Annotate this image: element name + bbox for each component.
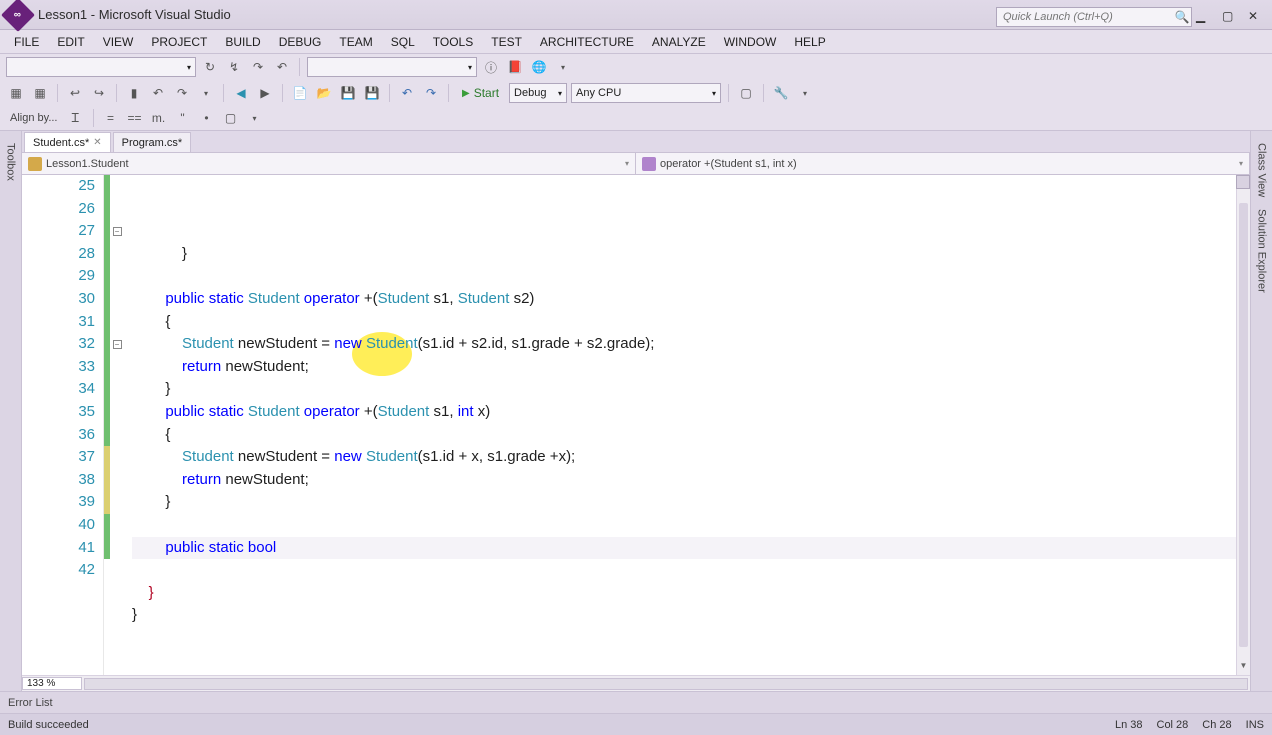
- horizontal-scrollbar[interactable]: [84, 678, 1248, 690]
- box2-icon[interactable]: ▢: [221, 108, 241, 128]
- dropdown-4-icon[interactable]: ▾: [795, 83, 815, 103]
- line-number-gutter: 252627282930313233343536373839404142: [22, 175, 104, 675]
- status-col: Col 28: [1157, 719, 1189, 731]
- split-box[interactable]: [1236, 175, 1250, 189]
- m-icon[interactable]: m.: [149, 108, 169, 128]
- member-nav-combo[interactable]: operator +(Student s1, int x)▾: [636, 153, 1250, 174]
- file-tabs: Student.cs*✕Program.cs*: [22, 131, 1250, 153]
- menu-debug[interactable]: DEBUG: [271, 32, 330, 52]
- quote-icon[interactable]: ": [173, 108, 193, 128]
- scroll-down-icon[interactable]: ▼: [1237, 661, 1250, 675]
- dropdown-3-icon[interactable]: ▾: [196, 83, 216, 103]
- menu-project[interactable]: PROJECT: [143, 32, 215, 52]
- toolbars: ▾ ↻ ↯ ↷ ↶ ▾ ⓘ 📕 🌐 ▾ ▦ ▦ ↩ ↪ ▮ ↶ ↷ ▾ ◀ ▶ …: [0, 54, 1272, 131]
- new-file-icon[interactable]: 📄: [290, 83, 310, 103]
- code-content[interactable]: } public static Student operator +(Stude…: [124, 175, 1236, 675]
- zoom-combo[interactable]: 133 %: [22, 677, 82, 690]
- menu-architecture[interactable]: ARCHITECTURE: [532, 32, 642, 52]
- toolbar-combo-empty[interactable]: ▾: [6, 57, 196, 77]
- code-editor[interactable]: 252627282930313233343536373839404142 −− …: [22, 175, 1250, 675]
- menu-build[interactable]: BUILD: [217, 32, 268, 52]
- minimize-button[interactable]: ▁: [1196, 9, 1208, 21]
- step-over-icon[interactable]: ↷: [248, 57, 268, 77]
- class-icon: [28, 157, 42, 171]
- start-button[interactable]: ▶Start: [456, 82, 505, 104]
- right-panel: Class View Solution Explorer: [1250, 131, 1272, 691]
- redo2-icon[interactable]: ↷: [421, 83, 441, 103]
- cursor-icon[interactable]: Ꮖ: [66, 108, 86, 128]
- status-ins: INS: [1246, 719, 1264, 731]
- status-bar: Build succeeded Ln 38 Col 28 Ch 28 INS: [0, 713, 1272, 735]
- menu-window[interactable]: WINDOW: [716, 32, 785, 52]
- left-panel: Toolbox: [0, 131, 22, 691]
- nav-back2-icon[interactable]: ◀: [231, 83, 251, 103]
- menu-sql[interactable]: SQL: [383, 32, 423, 52]
- status-ch: Ch 28: [1202, 719, 1231, 731]
- menu-tools[interactable]: TOOLS: [425, 32, 481, 52]
- step-out-icon[interactable]: ↶: [272, 57, 292, 77]
- save-all-icon[interactable]: 💾: [362, 83, 382, 103]
- nav-fwd2-icon[interactable]: ▶: [255, 83, 275, 103]
- status-line: Ln 38: [1115, 719, 1143, 731]
- dot-icon[interactable]: •: [197, 108, 217, 128]
- eq-icon[interactable]: =: [101, 108, 121, 128]
- new-item-icon[interactable]: ▦: [6, 83, 26, 103]
- dropdown-icon[interactable]: ▾: [553, 57, 573, 77]
- nav-back-icon[interactable]: ↩: [65, 83, 85, 103]
- menu-test[interactable]: TEST: [483, 32, 530, 52]
- build-status: Build succeeded: [8, 719, 1101, 731]
- layout-icon[interactable]: ▢: [736, 83, 756, 103]
- quick-launch-input[interactable]: [997, 11, 1173, 23]
- dropdown-5-icon[interactable]: ▾: [245, 108, 265, 128]
- class-nav-combo[interactable]: Lesson1.Student▾: [22, 153, 636, 174]
- title-bar: ∞ Lesson1 - Microsoft Visual Studio 🔍 ▁ …: [0, 0, 1272, 30]
- pause-icon[interactable]: ▮: [124, 83, 144, 103]
- close-icon[interactable]: ✕: [93, 137, 101, 148]
- method-icon: [642, 157, 656, 171]
- align-by-button[interactable]: Align by...: [6, 112, 62, 124]
- maximize-button[interactable]: ▢: [1222, 9, 1234, 21]
- globe-icon[interactable]: 🌐: [529, 57, 549, 77]
- file-tab[interactable]: Student.cs*✕: [24, 132, 111, 152]
- find-icon[interactable]: 🔧: [771, 83, 791, 103]
- editor-footer: 133 %: [22, 675, 1250, 691]
- toolbar-combo-2[interactable]: ▾: [307, 57, 477, 77]
- fold-column: −−: [110, 175, 124, 675]
- menu-team[interactable]: TEAM: [331, 32, 380, 52]
- scrollbar-thumb[interactable]: [1239, 203, 1248, 647]
- menu-bar: FILEEDITVIEWPROJECTBUILDDEBUGTEAMSQLTOOL…: [0, 30, 1272, 54]
- nav-fwd-icon[interactable]: ↪: [89, 83, 109, 103]
- search-icon: 🔍: [1173, 10, 1191, 24]
- save-icon[interactable]: 💾: [338, 83, 358, 103]
- menu-analyze[interactable]: ANALYZE: [644, 32, 714, 52]
- vertical-scrollbar[interactable]: ▲ ▼: [1236, 175, 1250, 675]
- solution-explorer-tab[interactable]: Solution Explorer: [1256, 203, 1268, 299]
- redo-icon[interactable]: ↷: [172, 83, 192, 103]
- menu-file[interactable]: FILE: [6, 32, 47, 52]
- error-list-panel[interactable]: Error List: [0, 691, 1272, 713]
- menu-view[interactable]: VIEW: [95, 32, 142, 52]
- fold-toggle[interactable]: −: [113, 227, 122, 236]
- toolbox-tab[interactable]: Toolbox: [5, 137, 17, 187]
- vs-logo-icon: ∞: [1, 0, 35, 31]
- book-icon[interactable]: 📕: [505, 57, 525, 77]
- navigation-bar: Lesson1.Student▾ operator +(Student s1, …: [22, 153, 1250, 175]
- undo2-icon[interactable]: ↶: [397, 83, 417, 103]
- step-icon[interactable]: ↯: [224, 57, 244, 77]
- platform-combo[interactable]: Any CPU▾: [571, 83, 721, 103]
- open-file-icon[interactable]: 📂: [314, 83, 334, 103]
- config-combo[interactable]: Debug▾: [509, 83, 567, 103]
- menu-edit[interactable]: EDIT: [49, 32, 92, 52]
- close-button[interactable]: ✕: [1248, 9, 1260, 21]
- file-tab[interactable]: Program.cs*: [113, 132, 192, 152]
- add-item-icon[interactable]: ▦: [30, 83, 50, 103]
- refresh-icon[interactable]: ↻: [200, 57, 220, 77]
- eq2-icon[interactable]: ==: [125, 108, 145, 128]
- menu-help[interactable]: HELP: [786, 32, 833, 52]
- quick-launch[interactable]: 🔍: [996, 7, 1192, 27]
- class-view-tab[interactable]: Class View: [1256, 137, 1268, 203]
- undo-icon[interactable]: ↶: [148, 83, 168, 103]
- info-icon[interactable]: ⓘ: [481, 57, 501, 77]
- fold-toggle[interactable]: −: [113, 340, 122, 349]
